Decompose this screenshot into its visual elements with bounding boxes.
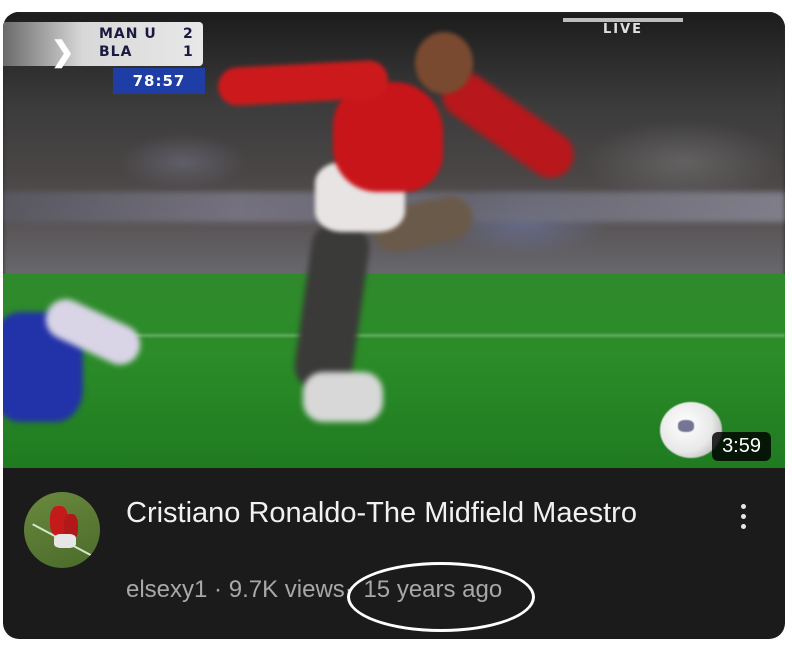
video-info: Cristiano Ronaldo-The Midfield Maestro e… <box>3 468 785 639</box>
team2-name: BLA <box>99 44 133 60</box>
video-card[interactable]: ❯ MAN U 2 BLA 1 78:57 LIVE 3:59 Cristian… <box>3 12 785 639</box>
match-clock: 78:57 <box>113 68 205 94</box>
channel-avatar[interactable] <box>24 492 100 568</box>
live-label: LIVE <box>603 22 644 37</box>
team1-name: MAN U <box>99 26 157 42</box>
duration-badge: 3:59 <box>712 432 771 461</box>
video-thumbnail[interactable]: ❯ MAN U 2 BLA 1 78:57 LIVE 3:59 <box>3 12 785 468</box>
meta-separator: · <box>214 576 223 603</box>
team1-score: 2 <box>183 26 193 42</box>
video-metadata: elsexy1 · 9.7K views· 15 years ago <box>126 562 536 632</box>
team2-score: 1 <box>183 44 193 60</box>
video-title[interactable]: Cristiano Ronaldo-The Midfield Maestro <box>126 494 686 532</box>
upload-age: 15 years ago <box>347 562 536 632</box>
avatar-player-legs <box>54 534 76 548</box>
scoreboard: ❯ MAN U 2 BLA 1 <box>3 22 203 66</box>
view-count: 9.7K views <box>228 576 345 603</box>
scoreboard-arrow-icon: ❯ <box>51 36 75 67</box>
channel-name[interactable]: elsexy1 <box>126 576 207 603</box>
player-sock <box>303 372 383 422</box>
annotation-circle <box>347 562 536 632</box>
player-head <box>415 32 473 94</box>
more-vert-icon[interactable] <box>733 498 753 538</box>
